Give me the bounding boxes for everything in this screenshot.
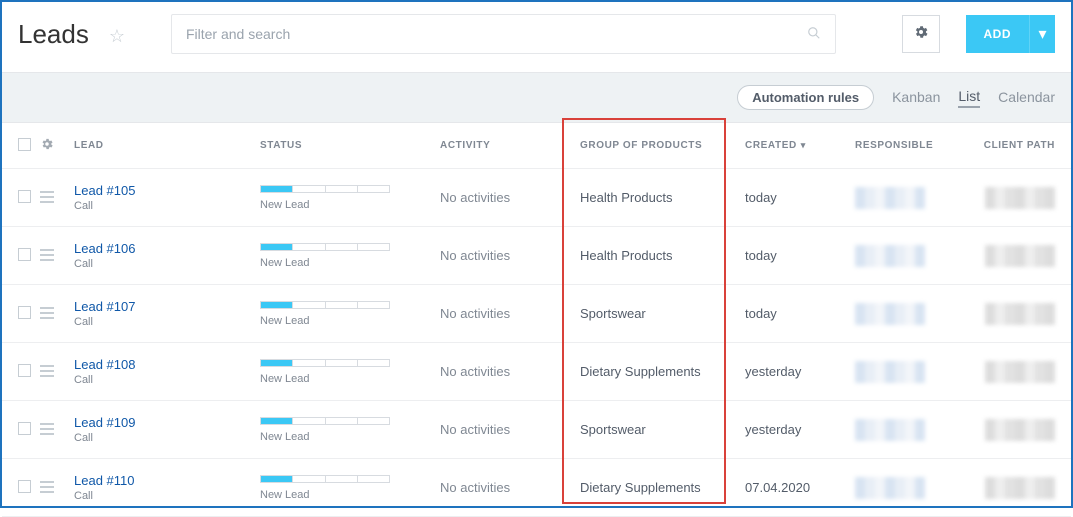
row-checkbox[interactable] [18, 480, 31, 493]
created-cell: today [745, 306, 855, 321]
row-menu-button[interactable] [40, 248, 74, 264]
activity-cell: No activities [440, 422, 580, 437]
gear-icon [913, 24, 929, 45]
column-settings-button[interactable] [40, 137, 74, 154]
col-header-activity[interactable]: ACTIVITY [440, 140, 580, 151]
table-row: Lead #105 CallNew LeadNo activitiesHealth… [2, 169, 1071, 227]
activity-cell: No activities [440, 248, 580, 263]
add-dropdown-button[interactable]: ▾ [1029, 15, 1055, 53]
row-checkbox[interactable] [18, 306, 31, 319]
activity-cell: No activities [440, 364, 580, 379]
favorite-star-icon[interactable]: ☆ [109, 26, 125, 47]
table-row: Lead #110 CallNew LeadNo activitiesDietar… [2, 459, 1071, 517]
lead-subtype: Call [74, 490, 260, 502]
created-cell: 07.04.2020 [745, 480, 855, 495]
responsible-cell [855, 477, 925, 499]
status-label: New Lead [260, 373, 440, 385]
activity-cell: No activities [440, 480, 580, 495]
status-label: New Lead [260, 257, 440, 269]
responsible-cell [855, 187, 925, 209]
search-input[interactable] [186, 26, 807, 42]
activity-cell: No activities [440, 306, 580, 321]
table-header: LEAD STATUS ACTIVITY GROUP OF PRODUCTS C… [2, 123, 1071, 169]
status-label: New Lead [260, 489, 440, 501]
lead-link[interactable]: Lead #108 [74, 357, 260, 372]
add-button[interactable]: ADD [966, 15, 1030, 53]
view-tab-kanban[interactable]: Kanban [892, 89, 940, 107]
lead-link[interactable]: Lead #106 [74, 241, 260, 256]
group-cell: Dietary Supplements [580, 364, 745, 379]
status-progress[interactable] [260, 417, 390, 425]
group-cell: Health Products [580, 190, 745, 205]
status-progress[interactable] [260, 243, 390, 251]
col-header-lead[interactable]: LEAD [74, 140, 260, 151]
client-path-cell [985, 361, 1055, 383]
lead-subtype: Call [74, 200, 260, 212]
lead-subtype: Call [74, 258, 260, 270]
search-box[interactable] [171, 14, 836, 54]
table-row: Lead #107 CallNew LeadNo activitiesSports… [2, 285, 1071, 343]
col-header-responsible[interactable]: RESPONSIBLE [855, 140, 975, 151]
table-row: Lead #106 CallNew LeadNo activitiesHealth… [2, 227, 1071, 285]
select-all-checkbox[interactable] [18, 138, 31, 151]
client-path-cell [985, 477, 1055, 499]
row-checkbox[interactable] [18, 422, 31, 435]
chevron-down-icon: ▾ [1038, 24, 1046, 44]
lead-link[interactable]: Lead #110 [74, 473, 260, 488]
group-cell: Sportswear [580, 422, 745, 437]
responsible-cell [855, 419, 925, 441]
settings-button[interactable] [902, 15, 940, 53]
created-cell: yesterday [745, 364, 855, 379]
client-path-cell [985, 187, 1055, 209]
automation-rules-button[interactable]: Automation rules [737, 85, 874, 110]
row-menu-button[interactable] [40, 480, 74, 496]
created-cell: yesterday [745, 422, 855, 437]
client-path-cell [985, 303, 1055, 325]
row-menu-button[interactable] [40, 190, 74, 206]
lead-link[interactable]: Lead #109 [74, 415, 260, 430]
lead-link[interactable]: Lead #107 [74, 299, 260, 314]
created-cell: today [745, 190, 855, 205]
col-header-status[interactable]: STATUS [260, 140, 440, 151]
row-menu-button[interactable] [40, 422, 74, 438]
responsible-cell [855, 361, 925, 383]
lead-subtype: Call [74, 432, 260, 444]
table-row: Lead #109 CallNew LeadNo activitiesSports… [2, 401, 1071, 459]
search-icon[interactable] [807, 26, 821, 43]
col-header-created-label: CREATED [745, 140, 797, 151]
col-header-client-path[interactable]: CLIENT PATH [975, 140, 1055, 151]
client-path-cell [985, 245, 1055, 267]
row-checkbox[interactable] [18, 248, 31, 261]
lead-subtype: Call [74, 316, 260, 328]
group-cell: Sportswear [580, 306, 745, 321]
view-tab-calendar[interactable]: Calendar [998, 89, 1055, 107]
activity-cell: No activities [440, 190, 580, 205]
row-checkbox[interactable] [18, 364, 31, 377]
page-title: Leads [18, 19, 89, 50]
table-row: Lead #108 CallNew LeadNo activitiesDietar… [2, 343, 1071, 401]
status-label: New Lead [260, 315, 440, 327]
row-menu-button[interactable] [40, 364, 74, 380]
responsible-cell [855, 245, 925, 267]
group-cell: Dietary Supplements [580, 480, 745, 495]
lead-link[interactable]: Lead #105 [74, 183, 260, 198]
responsible-cell [855, 303, 925, 325]
status-progress[interactable] [260, 185, 390, 193]
status-progress[interactable] [260, 475, 390, 483]
status-progress[interactable] [260, 359, 390, 367]
view-tab-list[interactable]: List [958, 88, 980, 108]
group-cell: Health Products [580, 248, 745, 263]
status-progress[interactable] [260, 301, 390, 309]
sort-desc-icon: ▾ [801, 140, 806, 151]
client-path-cell [985, 419, 1055, 441]
col-header-group[interactable]: GROUP OF PRODUCTS [580, 140, 745, 151]
row-menu-button[interactable] [40, 306, 74, 322]
col-header-created[interactable]: CREATED ▾ [745, 140, 855, 151]
leads-table: LEAD STATUS ACTIVITY GROUP OF PRODUCTS C… [2, 123, 1071, 517]
row-checkbox[interactable] [18, 190, 31, 203]
lead-subtype: Call [74, 374, 260, 386]
status-label: New Lead [260, 199, 440, 211]
status-label: New Lead [260, 431, 440, 443]
created-cell: today [745, 248, 855, 263]
